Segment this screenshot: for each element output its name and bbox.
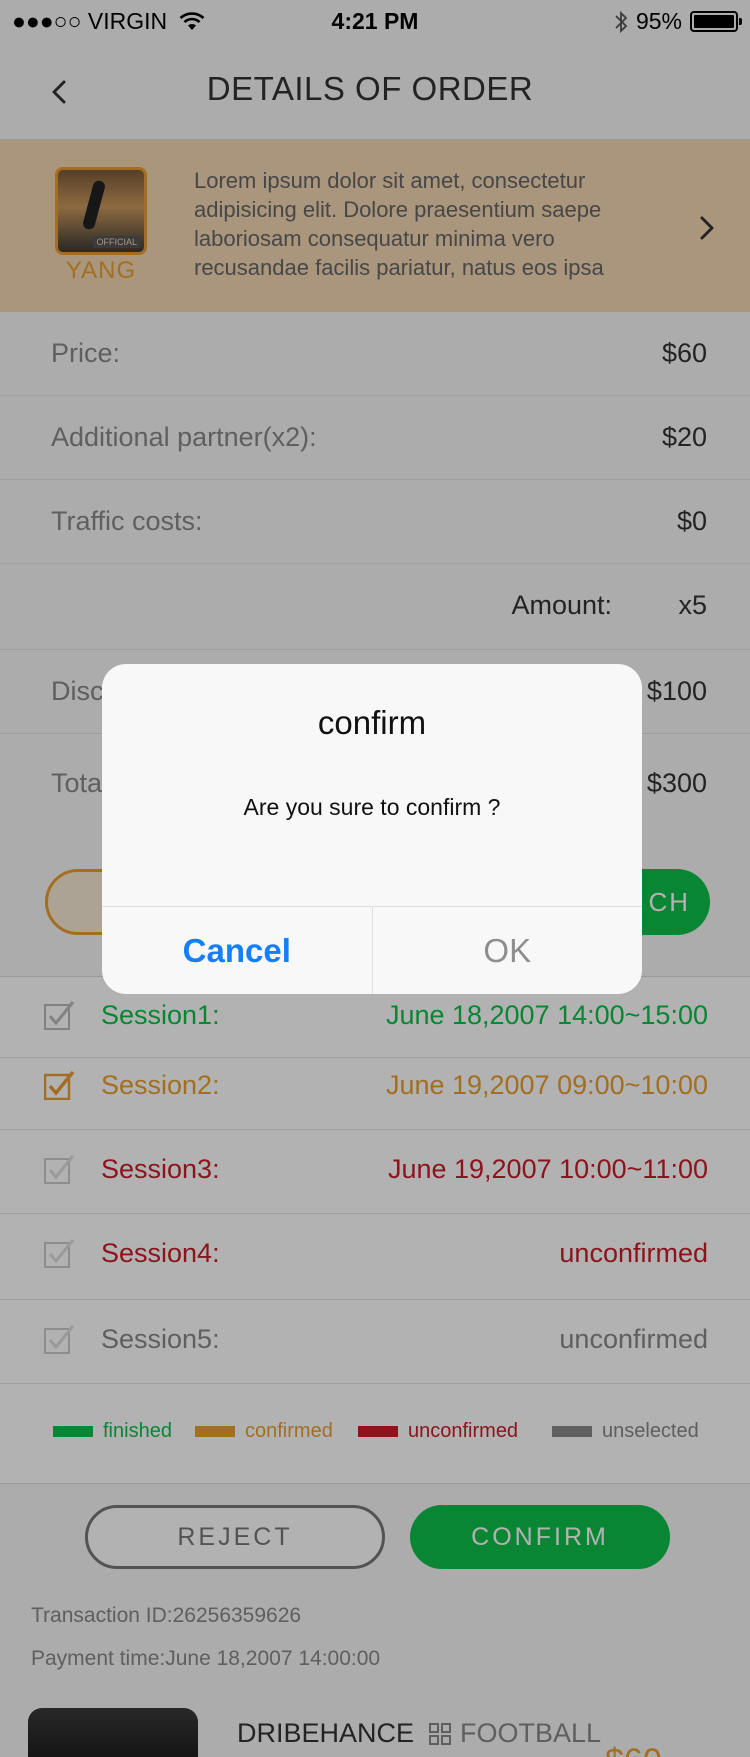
dialog-message: Are you sure to confirm ?: [243, 794, 501, 820]
dialog-title: confirm: [317, 704, 427, 741]
confirm-dialog: confirm Are you sure to confirm ? Cancel…: [102, 664, 642, 994]
cancel-button[interactable]: Cancel: [102, 907, 373, 994]
dialog-buttons: Cancel OK: [102, 906, 642, 994]
ok-button[interactable]: OK: [373, 907, 643, 994]
